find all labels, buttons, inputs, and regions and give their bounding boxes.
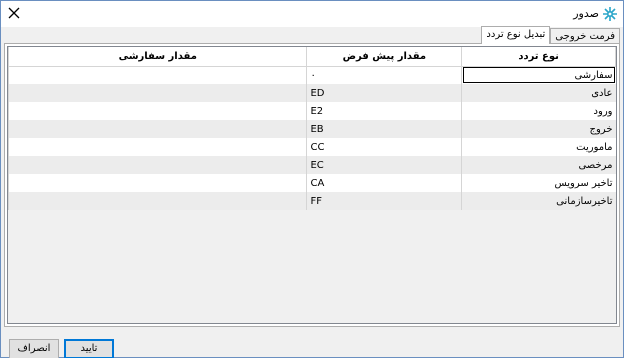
cell-traffic-type[interactable]: تاخیر سرویس — [461, 174, 616, 192]
cell-custom-value[interactable] — [7, 192, 307, 210]
table-row[interactable]: ماموریت CC — [7, 138, 616, 156]
table-row[interactable]: ورود E2 — [7, 102, 616, 120]
cell-custom-value[interactable] — [7, 174, 307, 192]
cell-traffic-type[interactable]: ورود — [461, 102, 616, 120]
cell-default-value: FF — [306, 192, 463, 210]
close-icon — [8, 7, 20, 19]
cell-custom-value[interactable] — [7, 66, 307, 84]
cancel-button[interactable]: انصراف — [9, 339, 59, 358]
cell-default-value: EB — [306, 120, 463, 138]
cell-custom-value[interactable] — [7, 84, 307, 102]
tab-output-format[interactable]: فرمت خروجی — [550, 28, 620, 44]
cell-custom-value[interactable] — [7, 102, 307, 120]
grid-header-row: نوع تردد مقدار پیش فرض مقدار سفارشی — [7, 47, 616, 67]
mapping-grid: نوع تردد مقدار پیش فرض مقدار سفارشی سفار… — [7, 46, 617, 324]
table-row[interactable]: تاخیر سرویس CA — [7, 174, 616, 192]
cell-traffic-type[interactable]: خروج — [461, 120, 616, 138]
cell-default-value: EC — [306, 156, 463, 174]
cell-default-value: CA — [306, 174, 463, 192]
column-header-custom[interactable]: مقدار سفارشی — [7, 47, 308, 67]
window-title: صدور — [573, 7, 599, 20]
mapping-table: نوع تردد مقدار پیش فرض مقدار سفارشی سفار… — [7, 47, 616, 210]
ok-button[interactable]: تایید — [64, 339, 114, 358]
cell-traffic-type[interactable]: ماموریت — [461, 138, 616, 156]
column-header-default[interactable]: مقدار پیش فرض — [306, 47, 463, 67]
cell-traffic-type[interactable]: تاخیرسازمانی — [461, 192, 616, 210]
cell-custom-value[interactable] — [7, 156, 307, 174]
tab-strip: فرمت خروجی تبدیل نوع تردد — [481, 26, 620, 44]
export-dialog: صدور فرمت خروجی تبدیل نوع تردد نوع تردد — [0, 0, 624, 358]
table-row[interactable]: عادی ED — [7, 84, 616, 102]
cell-custom-value[interactable] — [7, 138, 307, 156]
table-row[interactable]: سفارشی ۰ — [7, 66, 616, 84]
cell-traffic-type[interactable]: سفارشی — [461, 66, 616, 84]
cell-default-value: ۰ — [306, 66, 463, 84]
cell-traffic-type[interactable]: عادی — [461, 84, 616, 102]
title-bar: صدور — [1, 1, 623, 27]
cell-default-value: ED — [306, 84, 463, 102]
tab-panel: نوع تردد مقدار پیش فرض مقدار سفارشی سفار… — [4, 43, 620, 327]
table-row[interactable]: مرخصی EC — [7, 156, 616, 174]
app-gear-icon — [603, 7, 617, 21]
cell-traffic-type[interactable]: مرخصی — [461, 156, 616, 174]
cell-default-value: E2 — [306, 102, 463, 120]
close-button[interactable] — [3, 2, 25, 24]
table-row[interactable]: تاخیرسازمانی FF — [7, 192, 616, 210]
table-row[interactable]: خروج EB — [7, 120, 616, 138]
cell-default-value: CC — [306, 138, 463, 156]
column-header-type[interactable]: نوع تردد — [461, 47, 616, 67]
cell-custom-value[interactable] — [7, 120, 307, 138]
tab-traffic-type-mapping[interactable]: تبدیل نوع تردد — [481, 26, 551, 44]
